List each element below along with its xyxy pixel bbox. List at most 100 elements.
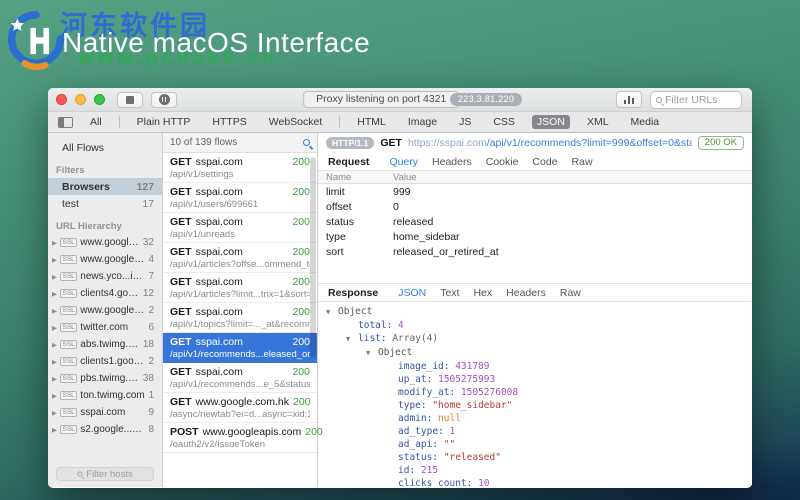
request-url[interactable]: https://sspai.com/api/v1/recommends?limi…: [408, 137, 692, 149]
flow-status: 200: [292, 306, 310, 318]
ssl-badge: SSL: [60, 306, 78, 315]
request-tab-code[interactable]: Code: [532, 156, 557, 168]
json-tree-line[interactable]: ▼ Object: [318, 346, 752, 360]
response-tab-json[interactable]: JSON: [398, 287, 426, 299]
stop-capture-button[interactable]: [117, 91, 143, 108]
json-tree-line[interactable]: modify_at: 1505276008: [318, 386, 752, 399]
sidebar-item-all-flows[interactable]: All Flows: [48, 139, 162, 156]
value-column-header[interactable]: Value: [393, 172, 752, 183]
sidebar-host-www-googleapis-com[interactable]: ▶SSLwww.googleapis.com2: [48, 302, 162, 319]
disclosure-triangle-icon[interactable]: ▶: [52, 392, 57, 400]
json-tree-line[interactable]: id: 215: [318, 464, 752, 477]
disclosure-triangle-icon[interactable]: ▶: [52, 324, 57, 332]
flow-row[interactable]: GET sspai.com 200/api/v1/recommends...elea…: [163, 333, 317, 363]
flow-row[interactable]: GET sspai.com 200/api/v1/settings: [163, 153, 317, 183]
tab-js[interactable]: JS: [454, 115, 476, 129]
flow-row[interactable]: GET sspai.com 200/api/v1/unreads: [163, 213, 317, 243]
tab-css[interactable]: CSS: [488, 115, 520, 129]
sidebar-host-clients1-google-com[interactable]: ▶SSLclients1.google.com2: [48, 353, 162, 370]
tab-websocket[interactable]: WebSocket: [264, 115, 328, 129]
minimize-window-button[interactable]: [75, 94, 86, 105]
request-tab-cookie[interactable]: Cookie: [486, 156, 519, 168]
zoom-window-button[interactable]: [94, 94, 105, 105]
page-title: Native macOS Interface: [62, 27, 371, 58]
disclosure-triangle-icon[interactable]: ▶: [52, 409, 57, 417]
ssl-badge: SSL: [60, 340, 78, 349]
sidebar-filter-test[interactable]: test 17: [48, 195, 162, 212]
param-row: type home_sidebar: [318, 229, 752, 244]
flows-filter-icon[interactable]: [303, 139, 310, 146]
expand-arrow-icon[interactable]: ▼: [326, 306, 338, 319]
json-tree-line[interactable]: ad_type: 1: [318, 425, 752, 438]
json-key: id:: [398, 465, 421, 476]
json-tree-line[interactable]: total: 4: [318, 319, 752, 332]
request-tab-query[interactable]: Query: [389, 156, 418, 168]
tab-all[interactable]: All: [85, 115, 107, 129]
flow-path: /api/v1/articles?offse...ommend_to_home_…: [170, 259, 310, 270]
tab-xml[interactable]: XML: [582, 115, 614, 129]
json-tree-line[interactable]: ▼ Object: [318, 305, 752, 319]
disclosure-triangle-icon[interactable]: ▶: [52, 256, 57, 264]
tab-html[interactable]: HTML: [352, 115, 391, 129]
disclosure-triangle-icon[interactable]: ▶: [52, 290, 57, 298]
sidebar-host-sspai-com[interactable]: ▶ SSL sspai.com 9: [48, 404, 162, 421]
flow-row[interactable]: GET sspai.com 200/api/v1/users/699661: [163, 183, 317, 213]
sidebar-host-s2-google-ntent-com[interactable]: ▶SSLs2.google...ntent.com8: [48, 421, 162, 438]
json-tree-line[interactable]: clicks_count: 10: [318, 477, 752, 487]
flow-row-line1: GET sspai.com 200: [170, 366, 310, 378]
request-tab-raw[interactable]: Raw: [572, 156, 593, 168]
disclosure-triangle-icon[interactable]: ▶: [52, 341, 57, 349]
response-tab-hex[interactable]: Hex: [473, 287, 492, 299]
sidebar-host-abs-twimg-com[interactable]: ▶SSLabs.twimg.com18: [48, 336, 162, 353]
flow-row[interactable]: GET sspai.com 200/api/v1/articles?limit...…: [163, 273, 317, 303]
disclosure-triangle-icon[interactable]: ▶: [52, 358, 57, 366]
expand-arrow-icon[interactable]: ▼: [366, 347, 378, 360]
flow-row[interactable]: POST www.googleapis.com 200/oauth2/v2/Issu…: [163, 423, 323, 453]
flow-row[interactable]: GET sspai.com 200/api/v1/topics?limit=..._…: [163, 303, 317, 333]
sidebar-filter-browsers[interactable]: Browsers 127: [48, 178, 162, 195]
sidebar-host-www-google-com-hk[interactable]: ▶SSLwww.google.com.hk32: [48, 234, 162, 251]
filter-hosts-field[interactable]: Filter hosts: [56, 467, 154, 481]
flow-row[interactable]: GET sspai.com 200/api/v1/articles?offse...…: [163, 243, 317, 273]
disclosure-triangle-icon[interactable]: ▶: [52, 273, 57, 281]
disclosure-triangle-icon[interactable]: ▶: [52, 375, 57, 383]
tab-plain-http[interactable]: Plain HTTP: [132, 115, 196, 129]
tab-media[interactable]: Media: [626, 115, 665, 129]
json-tree-line[interactable]: up_at: 1505275993: [318, 373, 752, 386]
sidebar-host-news-yco-inator-com[interactable]: ▶SSLnews.yco...inator.com7: [48, 268, 162, 285]
disclosure-triangle-icon[interactable]: ▶: [52, 307, 57, 315]
expand-arrow-icon[interactable]: ▼: [346, 333, 358, 346]
pause-capture-button[interactable]: [151, 91, 177, 108]
name-column-header[interactable]: Name: [318, 172, 393, 183]
json-tree-line[interactable]: image_id: 431789: [318, 360, 752, 373]
sidebar-host-pbs-twimg-com[interactable]: ▶SSLpbs.twimg.com38: [48, 370, 162, 387]
tab-image[interactable]: Image: [403, 115, 442, 129]
tab-https[interactable]: HTTPS: [207, 115, 251, 129]
response-tab-raw[interactable]: Raw: [560, 287, 581, 299]
sidebar-host-ton-twimg-com[interactable]: ▶ SSL ton.twimg.com 1: [48, 387, 162, 404]
ssl-badge: SSL: [60, 272, 78, 281]
request-tab-headers[interactable]: Headers: [432, 156, 472, 168]
sidebar-host-www-google-com[interactable]: ▶SSLwww.google.com4: [48, 251, 162, 268]
flows-scrollbar-thumb[interactable]: [310, 157, 316, 357]
sidebar-host-clients4-google-com[interactable]: ▶SSLclients4.google.com12: [48, 285, 162, 302]
sidebar-host-twitter-com[interactable]: ▶ SSL twitter.com 6: [48, 319, 162, 336]
json-tree-line[interactable]: admin: null: [318, 412, 752, 425]
flow-row[interactable]: GET www.google.com.hk 200/async/newtab?ei=…: [163, 393, 317, 423]
sidebar-toggle-icon[interactable]: [58, 116, 73, 128]
close-window-button[interactable]: [56, 94, 67, 105]
response-tab-headers[interactable]: Headers: [506, 287, 546, 299]
filter-urls-field[interactable]: Filter URLs: [650, 91, 742, 109]
flow-row[interactable]: GET sspai.com 200/api/v1/recommends...e_5&…: [163, 363, 317, 393]
host-label: ton.twimg.com: [80, 390, 145, 401]
tab-json[interactable]: JSON: [531, 115, 570, 129]
response-tab-text[interactable]: Text: [440, 287, 459, 299]
stop-icon: [126, 95, 134, 104]
json-tree-line[interactable]: ad_api: "": [318, 438, 752, 451]
json-tree-line[interactable]: type: "home_sidebar": [318, 399, 752, 412]
json-tree-line[interactable]: status: "released": [318, 451, 752, 464]
disclosure-triangle-icon[interactable]: ▶: [52, 239, 57, 247]
stats-button[interactable]: [616, 91, 642, 108]
disclosure-triangle-icon[interactable]: ▶: [52, 426, 57, 434]
json-tree-line[interactable]: ▼ list: Array(4): [318, 332, 752, 346]
